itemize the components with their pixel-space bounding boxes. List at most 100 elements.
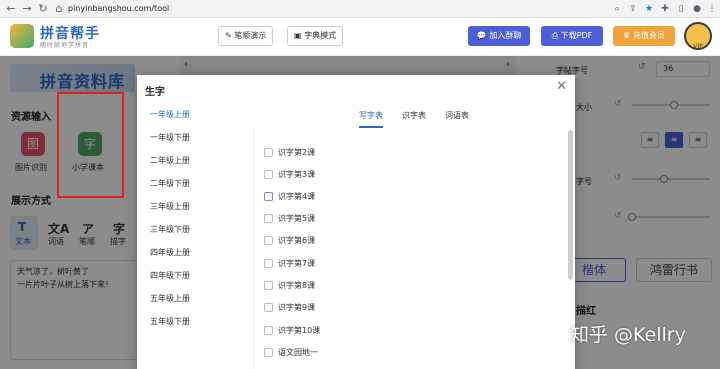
preview-toolbar: ‹ ›: [180, 56, 516, 76]
lesson-label: 识字第3课: [278, 170, 316, 179]
lesson-checkbox[interactable]: [264, 236, 273, 245]
lesson-checkbox[interactable]: [264, 281, 273, 290]
grade-item[interactable]: 四年级下册: [150, 270, 190, 281]
align-right-icon[interactable]: ≡: [689, 132, 707, 148]
stroke-mode-icon[interactable]: ア: [82, 220, 94, 237]
align-left-icon[interactable]: ≡: [641, 132, 659, 148]
grade-item[interactable]: 二年级上册: [150, 155, 190, 166]
recharge-button[interactable]: ♛ 充值会员: [613, 26, 675, 46]
image-recognition-label[interactable]: 图片识别: [15, 162, 47, 173]
join-group-button[interactable]: 💬 加入群聊: [468, 26, 530, 46]
app-header: 拼音帮手 随时随地学拼音 ✎ 笔顺演示 ▣ 字典模式 💬 加入群聊 ⎙ 下载PD…: [0, 18, 720, 56]
reload-icon[interactable]: ↻: [36, 2, 50, 16]
image-recognition-icon[interactable]: 图: [21, 132, 45, 156]
grade-item[interactable]: 五年级上册: [150, 293, 190, 304]
lesson-checkbox[interactable]: [264, 326, 273, 335]
lesson-checkbox[interactable]: [264, 259, 273, 268]
vip-avatar[interactable]: VIP: [684, 22, 712, 50]
close-icon[interactable]: ✕: [556, 80, 567, 94]
home-icon[interactable]: ⌂: [52, 2, 66, 16]
tab-writing-chars[interactable]: 写字表: [359, 110, 383, 121]
size-slider-knob[interactable]: [670, 101, 678, 109]
spacing-reset-icon[interactable]: ↺: [614, 211, 622, 221]
bookmark-star-icon[interactable]: ★: [642, 2, 656, 16]
menu-icon[interactable]: ⋮: [705, 2, 719, 16]
text-mode-icon[interactable]: T: [18, 220, 26, 234]
download-pdf-button[interactable]: ⎙ 下载PDF: [541, 26, 603, 46]
grade-item[interactable]: 三年级上册: [150, 201, 190, 212]
dialog-scrollbar[interactable]: [568, 130, 573, 280]
lesson-checkbox[interactable]: [264, 214, 273, 223]
crown-icon: ♛: [623, 31, 631, 40]
recharge-label: 充值会员: [632, 31, 665, 40]
align-center-icon[interactable]: ≡: [665, 132, 683, 148]
forward-icon[interactable]: →: [20, 2, 34, 16]
pinyin-size-reset-icon[interactable]: ↺: [614, 173, 622, 183]
library-banner-text: 拼音资料库: [40, 72, 126, 91]
grade-item[interactable]: 四年级上册: [150, 247, 190, 258]
words-mode-label[interactable]: 词语: [48, 236, 64, 247]
profile-icon[interactable]: ●: [690, 2, 704, 16]
lesson-checkbox[interactable]: [264, 348, 273, 357]
grade-item[interactable]: 一年级上册: [150, 109, 190, 120]
stroke-mode-label[interactable]: 笔顺: [79, 236, 95, 247]
spacing-slider-knob[interactable]: [628, 213, 636, 221]
trace-mode-label[interactable]: 描字: [110, 236, 126, 247]
pinyin-size-slider-knob[interactable]: [660, 175, 668, 183]
brush-icon: ✎: [225, 31, 235, 40]
lesson-checkbox[interactable]: [264, 303, 273, 312]
pinyin-size-label: 字号: [576, 177, 592, 186]
app-logo-icon: [10, 24, 34, 48]
download-icon: ⎙: [551, 31, 559, 40]
chevron-right-icon[interactable]: ›: [506, 59, 510, 70]
back-icon[interactable]: ←: [4, 2, 18, 16]
join-group-label: 加入群聊: [489, 31, 522, 40]
grade-item[interactable]: 二年级下册: [150, 178, 190, 189]
font-size-reset-icon[interactable]: ↺: [638, 62, 646, 72]
lesson-label: 识字第6课: [278, 236, 316, 245]
app-subtitle: 随时随地学拼音: [40, 42, 90, 49]
trace-label: 描红: [576, 306, 596, 317]
grade-item[interactable]: 三年级下册: [150, 224, 190, 235]
library-banner[interactable]: 拼音资料库: [10, 64, 135, 92]
trace-mode-icon[interactable]: 字: [113, 220, 125, 237]
size-label: 大小: [576, 103, 592, 112]
words-mode-icon[interactable]: 文A: [48, 220, 69, 237]
lesson-label: 识字第10课: [278, 326, 321, 335]
dictionary-mode-button[interactable]: ▣ 字典模式: [287, 26, 344, 46]
display-mode-title: 展示方式: [11, 196, 51, 207]
grade-item[interactable]: 五年级下册: [150, 316, 190, 327]
sidebar-icon[interactable]: ▯: [674, 2, 688, 16]
address-bar[interactable]: pinyinbangshou.com/tool: [68, 1, 608, 16]
pinyin-size-slider[interactable]: [632, 178, 710, 180]
textbook-glyph: 字: [83, 137, 96, 151]
textbook-label[interactable]: 小学课本: [72, 162, 104, 173]
lesson-label: 识字第4课: [278, 192, 316, 201]
lesson-checkbox[interactable]: [264, 148, 273, 157]
size-reset-icon[interactable]: ↺: [614, 99, 622, 109]
tab-word-list[interactable]: 词语表: [445, 110, 469, 121]
lesson-picker-dialog: 生字 ✕ 一年级上册 一年级下册 二年级上册 二年级下册 三年级上册 三年级下册…: [137, 75, 575, 369]
font-xingshu-option[interactable]: 鸿雷行书: [636, 258, 712, 282]
chat-icon: 💬: [476, 31, 487, 40]
text-mode-label[interactable]: 文本: [15, 236, 31, 247]
grade-item[interactable]: 一年级下册: [150, 132, 190, 143]
share-icon[interactable]: ⇪: [626, 2, 640, 16]
dictionary-mode-label: 字典模式: [304, 31, 337, 40]
lesson-label: 识字第2课: [278, 148, 316, 157]
tab-recognition-chars[interactable]: 识字表: [402, 110, 426, 121]
vip-badge: VIP: [693, 43, 703, 50]
extensions-icon[interactable]: ✚: [658, 2, 672, 16]
textbook-icon[interactable]: 字: [78, 132, 102, 156]
lesson-checkbox[interactable]: [264, 170, 273, 179]
lesson-label: 识字第7课: [278, 259, 316, 268]
lesson-checkbox[interactable]: [264, 192, 273, 201]
zoom-icon[interactable]: ⌕: [610, 2, 624, 16]
font-size-input[interactable]: 36: [656, 61, 710, 77]
chevron-left-icon[interactable]: ‹: [184, 59, 188, 70]
dialog-title: 生字: [145, 87, 165, 98]
spacing-slider[interactable]: [632, 216, 710, 218]
stroke-demo-button[interactable]: ✎ 笔顺演示: [218, 26, 274, 46]
grade-list: 一年级上册 一年级下册 二年级上册 二年级下册 三年级上册 三年级下册 四年级上…: [137, 102, 253, 369]
lesson-label: 识字第5课: [278, 214, 316, 223]
